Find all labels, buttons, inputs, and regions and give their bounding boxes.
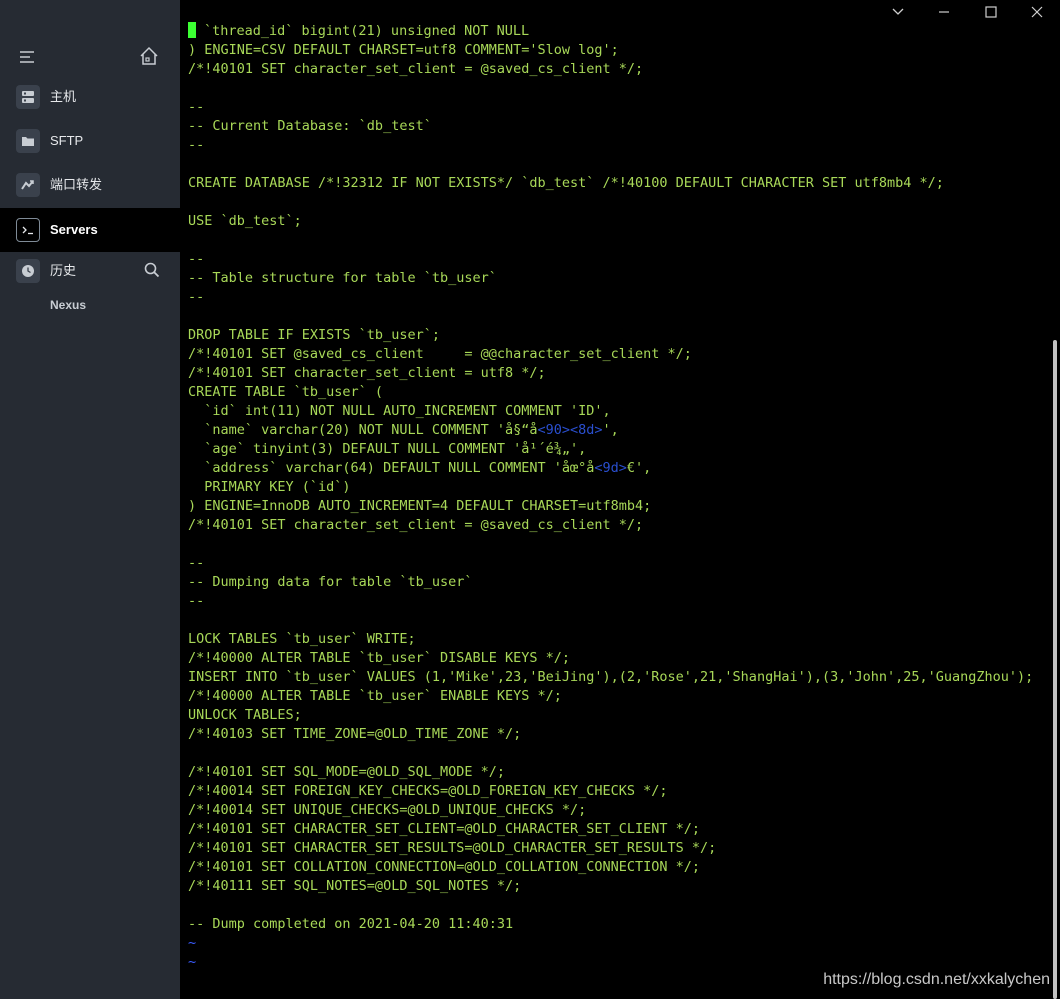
sidebar-item-label: 主机	[50, 89, 77, 104]
menu-collapse-icon[interactable]	[19, 50, 37, 64]
terminal-line: ~	[188, 934, 1033, 953]
terminal-line: `age` tinyint(3) DEFAULT NULL COMMENT 'å…	[188, 441, 587, 457]
empty-line-marker: ~	[188, 935, 197, 951]
sidebar-header	[0, 40, 180, 72]
empty-line-marker: ~	[188, 954, 197, 970]
terminal-line: `name` varchar(20) NOT NULL COMMENT 'å§“…	[188, 422, 619, 438]
terminal-line: -- Current Database: `db_test`	[188, 118, 432, 134]
sidebar-item-sftp[interactable]: SFTP	[0, 119, 180, 163]
minimize-icon[interactable]	[933, 2, 955, 22]
terminal-line: /*!40101 SET CHARACTER_SET_RESULTS=@OLD_…	[188, 840, 717, 856]
terminal-line: --	[188, 251, 205, 267]
scrollbar-thumb[interactable]	[1053, 340, 1057, 999]
terminal-line: /*!40101 SET SQL_MODE=@OLD_SQL_MODE */;	[188, 764, 505, 780]
terminal-line: PRIMARY KEY (`id`)	[188, 479, 351, 495]
server-grid-icon	[16, 85, 40, 109]
sidebar-item-label: Servers	[50, 222, 98, 237]
terminal-line: -- Dumping data for table `tb_user`	[188, 574, 473, 590]
terminal-line: -- Dump completed on 2021-04-20 11:40:31	[188, 916, 514, 932]
terminal-line: ~	[188, 953, 1033, 972]
history-entry-nexus[interactable]: Nexus	[50, 296, 86, 314]
sidebar-item-label: 端口转发	[50, 177, 103, 192]
terminal-line: /*!40101 SET @saved_cs_client = @@charac…	[188, 346, 692, 362]
terminal-line: LOCK TABLES `tb_user` WRITE;	[188, 631, 416, 647]
vertical-scrollbar[interactable]	[1048, 0, 1060, 999]
terminal-line: /*!40101 SET CHARACTER_SET_CLIENT=@OLD_C…	[188, 821, 701, 837]
sidebar: 主机 SFTP 端口转发 Servers 历史 Nexus	[0, 0, 180, 999]
terminal-lines: `thread_id` bigint(21) unsigned NOT NULL…	[188, 22, 1033, 972]
terminal-line: --	[188, 289, 205, 305]
terminal-line: -- Table structure for table `tb_user`	[188, 270, 497, 286]
terminal-line: /*!40101 SET character_set_client = utf8…	[188, 365, 546, 381]
terminal-line: --	[188, 555, 205, 571]
search-icon[interactable]	[144, 262, 160, 278]
terminal-line: INSERT INTO `tb_user` VALUES (1,'Mike',2…	[188, 669, 1034, 685]
terminal-line: USE `db_test`;	[188, 213, 302, 229]
sidebar-item-servers[interactable]: Servers	[0, 208, 180, 252]
terminal-line: /*!40101 SET character_set_client = @sav…	[188, 517, 644, 533]
home-icon[interactable]	[139, 46, 159, 66]
terminal-line: UNLOCK TABLES;	[188, 707, 302, 723]
terminal-line: ) ENGINE=InnoDB AUTO_INCREMENT=4 DEFAULT…	[188, 498, 652, 514]
terminal-line: `thread_id` bigint(21) unsigned NOT NULL	[188, 22, 1033, 41]
history-clock-icon	[16, 259, 40, 283]
terminal-line: /*!40103 SET TIME_ZONE=@OLD_TIME_ZONE */…	[188, 726, 522, 742]
terminal-line: --	[188, 593, 205, 609]
terminal-output[interactable]: `thread_id` bigint(21) unsigned NOT NULL…	[180, 0, 1048, 999]
terminal-line: /*!40111 SET SQL_NOTES=@OLD_SQL_NOTES */…	[188, 878, 522, 894]
terminal-line: ) ENGINE=CSV DEFAULT CHARSET=utf8 COMMEN…	[188, 42, 619, 58]
terminal-line: DROP TABLE IF EXISTS `tb_user`;	[188, 327, 440, 343]
port-forward-icon	[16, 173, 40, 197]
terminal-line: /*!40014 SET FOREIGN_KEY_CHECKS=@OLD_FOR…	[188, 783, 668, 799]
terminal-line: --	[188, 137, 205, 153]
terminal-line: /*!40000 ALTER TABLE `tb_user` ENABLE KE…	[188, 688, 562, 704]
terminal-line: CREATE TABLE `tb_user` (	[188, 384, 384, 400]
folder-icon	[16, 129, 40, 153]
terminal-line: `id` int(11) NOT NULL AUTO_INCREMENT COM…	[188, 403, 611, 419]
terminal-line: /*!40014 SET UNIQUE_CHECKS=@OLD_UNIQUE_C…	[188, 802, 587, 818]
close-icon[interactable]	[1026, 2, 1048, 22]
sidebar-item-label: 历史	[50, 263, 77, 278]
chevron-down-icon[interactable]	[887, 2, 909, 22]
sidebar-item-port-forwarding[interactable]: 端口转发	[0, 163, 180, 207]
terminal-line: /*!40101 SET COLLATION_CONNECTION=@OLD_C…	[188, 859, 701, 875]
maximize-icon[interactable]	[980, 2, 1002, 22]
garbled-bytes: <90><8d>	[537, 422, 603, 438]
terminal-line: CREATE DATABASE /*!32312 IF NOT EXISTS*/…	[188, 175, 944, 191]
terminal-line: --	[188, 99, 205, 115]
terminal-icon	[16, 218, 40, 242]
sidebar-item-label: SFTP	[50, 133, 84, 148]
sidebar-item-history[interactable]: 历史	[0, 249, 180, 293]
app-window: 主机 SFTP 端口转发 Servers 历史 Nexus `thread_id…	[0, 0, 1060, 999]
terminal-line: /*!40000 ALTER TABLE `tb_user` DISABLE K…	[188, 650, 571, 666]
terminal-line: `address` varchar(64) DEFAULT NULL COMME…	[188, 460, 652, 476]
terminal-line: /*!40101 SET character_set_client = @sav…	[188, 61, 644, 77]
garbled-bytes: <9d>	[594, 460, 627, 476]
terminal-cursor	[188, 22, 196, 38]
sidebar-item-hosts[interactable]: 主机	[0, 75, 180, 119]
watermark: https://blog.csdn.net/xxkalychen	[823, 971, 1050, 988]
